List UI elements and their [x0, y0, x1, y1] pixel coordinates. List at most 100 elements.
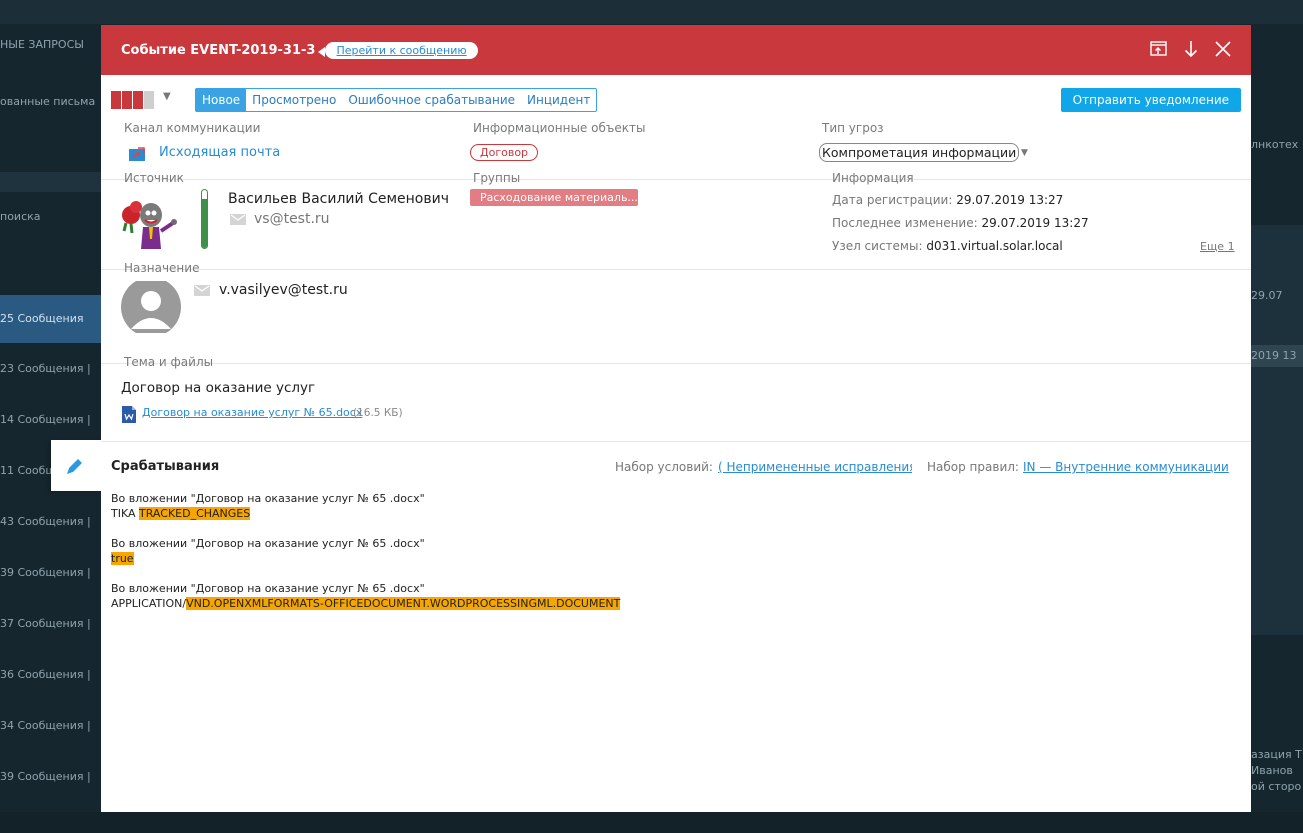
background-text: 23 Сообщения | — [0, 362, 91, 375]
match-item: Во вложении "Договор на оказание услуг №… — [111, 491, 425, 521]
information-label: Информация — [832, 171, 914, 185]
attachment-size: (16.5 КБ) — [353, 407, 403, 419]
destination-label: Назначение — [124, 261, 200, 275]
background-text: 37 Сообщения | — [0, 617, 91, 630]
background-topbar — [0, 0, 1303, 24]
threat-type-label: Тип угроз — [822, 121, 884, 135]
info-registration-label: Дата регистрации: — [832, 193, 953, 207]
background-text: 25 Сообщения — [0, 312, 84, 325]
chevron-down-icon[interactable]: ▼ — [1021, 148, 1028, 158]
info-objects-label: Информационные объекты — [473, 121, 646, 135]
background-text: лнкотех — [1251, 138, 1299, 151]
info-modified-value: 29.07.2019 13:27 — [981, 216, 1089, 230]
background-panel — [1251, 225, 1303, 635]
tab-viewed[interactable]: Просмотрено — [246, 89, 342, 111]
background-bottom — [0, 812, 1303, 833]
match-prefix: TIKA — [111, 507, 140, 520]
match-context: Во вложении "Договор на оказание услуг №… — [111, 582, 425, 595]
match-context: Во вложении "Договор на оказание услуг №… — [111, 537, 425, 550]
toolbar: ▼ Новое Просмотрено Ошибочное срабатыван… — [111, 88, 1241, 112]
background-text: ой сторо — [1251, 780, 1302, 793]
match-value: APPLICATION/VND.OPENXMLFORMATS-OFFICEDOC… — [111, 596, 621, 611]
info-registration: Дата регистрации: 29.07.2019 13:27 — [832, 193, 1063, 207]
mail-icon — [194, 285, 210, 296]
source-label: Источник — [124, 171, 184, 185]
background-right-panel: лнкотех 29.07 2019 13 азация Т Иванов ой… — [1251, 0, 1303, 833]
background-text: 43 Сообщения | — [0, 515, 91, 528]
background-text: НЫЕ ЗАПРОСЫ — [0, 38, 84, 51]
conditions-label: Набор условий: — [615, 460, 713, 474]
match-item: Во вложении "Договор на оказание услуг №… — [111, 581, 621, 611]
download-icon[interactable] — [1181, 39, 1201, 59]
divider — [101, 441, 1251, 442]
match-context: Во вложении "Договор на оказание услуг №… — [111, 492, 425, 505]
triggers-flag[interactable] — [51, 440, 101, 491]
groups-label: Группы — [473, 171, 521, 185]
match-highlight: true — [111, 552, 134, 565]
destination-email[interactable]: v.vasilyev@test.ru — [219, 282, 348, 298]
background-text: поиска — [0, 210, 41, 223]
group-tag[interactable]: Расходование материаль... — [470, 189, 638, 206]
modal-header: Событие EVENT-2019-31-3 Перейти к сообще… — [101, 25, 1251, 75]
background-text: 36 Сообщения | — [0, 668, 91, 681]
pencil-icon — [67, 459, 82, 474]
background-text: азация Т — [1251, 748, 1302, 761]
goto-message-link[interactable]: Перейти к сообщению — [318, 41, 478, 59]
source-email[interactable]: vs@test.ru — [254, 211, 330, 227]
source-avatar[interactable] — [119, 195, 181, 250]
subject-files-label: Тема и файлы — [124, 355, 214, 369]
match-value: TIKA TRACKED_CHANGES — [111, 506, 425, 521]
rules-link[interactable]: IN — Внутренние коммуникации — [1023, 460, 1229, 474]
destination-avatar[interactable] — [121, 281, 181, 333]
close-icon[interactable] — [1213, 39, 1233, 59]
match-highlight: VND.OPENXMLFORMATS-OFFICEDOCUMENT.WORDPR… — [186, 597, 621, 610]
tab-incident[interactable]: Инцидент — [521, 89, 596, 111]
subject-text: Договор на оказание услуг — [121, 380, 316, 396]
background-text: 34 Сообщения | — [0, 719, 91, 732]
info-object-tag[interactable]: Договор — [470, 144, 539, 161]
divider — [101, 269, 1251, 270]
send-notification-button[interactable]: Отправить уведомление — [1060, 88, 1241, 112]
background-separator — [0, 172, 101, 192]
mail-icon — [230, 214, 246, 225]
info-registration-value: 29.07.2019 13:27 — [956, 193, 1064, 207]
channel-value[interactable]: Исходящая почта — [159, 145, 280, 160]
color-marker-icon[interactable] — [111, 91, 157, 109]
event-modal: Событие EVENT-2019-31-3 Перейти к сообще… — [101, 25, 1251, 812]
word-document-icon — [122, 406, 136, 423]
attachment-link[interactable]: Договор на оказание услуг № 65.docx — [142, 406, 362, 419]
rules-label: Набор правил: — [927, 460, 1019, 474]
export-icon[interactable] — [1149, 39, 1169, 59]
background-sidebar: НЫЕ ЗАПРОСЫ ованные письма поиска 25 Соо… — [0, 0, 101, 833]
source-name[interactable]: Васильев Василий Семенович — [228, 191, 449, 207]
info-node: Узел системы: d031.virtual.solar.local — [832, 239, 1063, 253]
header-icons — [1149, 39, 1233, 59]
background-text: ованные письма — [0, 95, 96, 108]
background-text: 2019 13 — [1251, 349, 1297, 362]
status-tabs: Новое Просмотрено Ошибочное срабатывание… — [195, 88, 598, 112]
info-modified: Последнее изменение: 29.07.2019 13:27 — [832, 216, 1089, 230]
triggers-title: Срабатывания — [111, 459, 220, 474]
info-node-value: d031.virtual.solar.local — [926, 239, 1063, 253]
tab-new[interactable]: Новое — [196, 89, 247, 111]
chevron-down-icon[interactable]: ▼ — [163, 91, 171, 102]
background-text: 14 Сообщения | — [0, 413, 91, 426]
threat-type-select[interactable]: Компрометация информации — [819, 143, 1020, 162]
background-text: 39 Сообщения | — [0, 770, 91, 783]
more-info-link[interactable]: Еще 1 — [1200, 240, 1235, 253]
channel-label: Канал коммуникации — [124, 121, 261, 135]
background-text: 29.07 — [1251, 289, 1283, 302]
tab-false-positive[interactable]: Ошибочное срабатывание — [342, 89, 521, 111]
source-level-fill — [202, 198, 207, 248]
divider — [101, 363, 1251, 364]
modal-title: Событие EVENT-2019-31-3 — [121, 42, 316, 58]
match-value: true — [111, 551, 425, 566]
info-modified-label: Последнее изменение: — [832, 216, 978, 230]
match-item: Во вложении "Договор на оказание услуг №… — [111, 536, 425, 566]
background-text: Иванов — [1251, 764, 1293, 777]
conditions-link[interactable]: ( Непримененные исправления — ... — [718, 460, 912, 474]
background-text: 39 Сообщения | — [0, 566, 91, 579]
outgoing-mail-icon — [129, 147, 145, 161]
match-highlight: TRACKED_CHANGES — [139, 507, 251, 520]
info-node-label: Узел системы: — [832, 239, 923, 253]
